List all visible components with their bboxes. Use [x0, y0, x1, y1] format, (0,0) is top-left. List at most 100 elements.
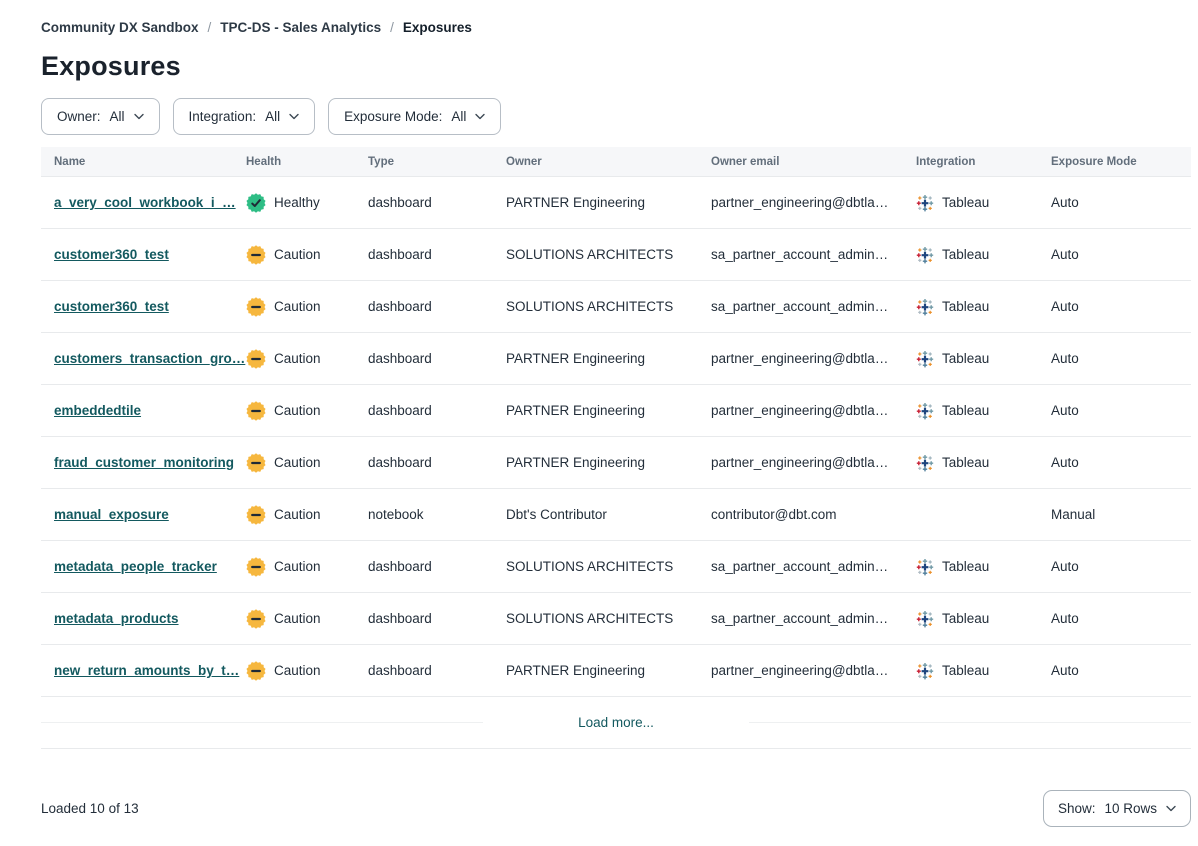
owner-filter-value: All	[110, 109, 125, 124]
health-label: Healthy	[274, 195, 320, 210]
integration-cell: Tableau	[916, 558, 1051, 576]
owner-filter-label: Owner:	[57, 109, 101, 124]
exposure-mode-filter-label: Exposure Mode:	[344, 109, 442, 124]
health-status-icon	[246, 609, 266, 629]
health-label: Caution	[274, 299, 321, 314]
breadcrumb-separator: /	[390, 20, 394, 35]
integration-label: Tableau	[942, 559, 989, 574]
owner-filter-dropdown[interactable]: Owner: All	[41, 98, 160, 135]
health-label: Caution	[274, 507, 321, 522]
integration-cell: Tableau	[916, 298, 1051, 316]
health-cell: Caution	[246, 505, 368, 525]
integration-label: Tableau	[942, 299, 989, 314]
owner-cell: PARTNER Engineering	[506, 663, 711, 678]
pagination-footer: Loaded 10 of 13 Show: 10 Rows	[41, 790, 1191, 827]
column-header-health: Health	[246, 156, 368, 168]
integration-cell: Tableau	[916, 610, 1051, 628]
integration-label: Tableau	[942, 403, 989, 418]
integration-cell: Tableau	[916, 402, 1051, 420]
exposure-mode-filter-dropdown[interactable]: Exposure Mode: All	[328, 98, 501, 135]
column-header-name: Name	[41, 156, 246, 168]
owner-email-cell: partner_engineering@dbtla…	[711, 351, 916, 366]
table-row: a_very_cool_workbook_i_… Healthy dashboa…	[41, 177, 1191, 229]
table-row: metadata_people_tracker Caution dashboar…	[41, 541, 1191, 593]
health-cell: Caution	[246, 401, 368, 421]
exposure-name-link[interactable]: embeddedtile	[54, 403, 141, 418]
owner-cell: SOLUTIONS ARCHITECTS	[506, 247, 711, 262]
tableau-icon	[916, 610, 934, 628]
health-status-icon	[246, 453, 266, 473]
tableau-icon	[916, 454, 934, 472]
type-cell: dashboard	[368, 351, 506, 366]
owner-cell: SOLUTIONS ARCHITECTS	[506, 299, 711, 314]
column-header-owner-email: Owner email	[711, 156, 916, 168]
column-header-owner: Owner	[506, 156, 711, 168]
load-more-link[interactable]: Load more...	[483, 715, 749, 730]
owner-cell: PARTNER Engineering	[506, 403, 711, 418]
show-rows-label: Show:	[1058, 801, 1096, 816]
health-cell: Caution	[246, 453, 368, 473]
owner-cell: PARTNER Engineering	[506, 195, 711, 210]
table-row: customer360_test Caution dashboard SOLUT…	[41, 229, 1191, 281]
integration-label: Tableau	[942, 611, 989, 626]
health-status-icon	[246, 297, 266, 317]
exposure-name-link[interactable]: customers_transaction_gro…	[54, 351, 245, 366]
owner-email-cell: sa_partner_account_admin…	[711, 299, 916, 314]
exposure-name-link[interactable]: fraud_customer_monitoring	[54, 455, 234, 470]
type-cell: dashboard	[368, 247, 506, 262]
tableau-icon	[916, 350, 934, 368]
column-header-integration: Integration	[916, 156, 1051, 168]
health-cell: Caution	[246, 297, 368, 317]
chevron-down-icon	[1166, 805, 1176, 812]
exposure-name-link[interactable]: a_very_cool_workbook_i_…	[54, 195, 236, 210]
owner-cell: SOLUTIONS ARCHITECTS	[506, 611, 711, 626]
exposure-name-link[interactable]: customer360_test	[54, 247, 169, 262]
health-cell: Caution	[246, 661, 368, 681]
exposure-name-link[interactable]: customer360_test	[54, 299, 169, 314]
exposure-mode-cell: Auto	[1051, 195, 1191, 210]
owner-email-cell: partner_engineering@dbtla…	[711, 663, 916, 678]
health-status-icon	[246, 349, 266, 369]
exposure-name-link[interactable]: metadata_people_tracker	[54, 559, 217, 574]
health-cell: Caution	[246, 245, 368, 265]
exposure-mode-cell: Auto	[1051, 559, 1191, 574]
show-rows-value: 10 Rows	[1104, 801, 1157, 816]
exposure-mode-filter-value: All	[451, 109, 466, 124]
divider	[749, 722, 1191, 723]
exposure-name-link[interactable]: metadata_products	[54, 611, 179, 626]
breadcrumb-item-account[interactable]: Community DX Sandbox	[41, 20, 199, 35]
loaded-count-text: Loaded 10 of 13	[41, 801, 139, 816]
integration-cell: Tableau	[916, 350, 1051, 368]
integration-cell: Tableau	[916, 662, 1051, 680]
type-cell: dashboard	[368, 455, 506, 470]
exposure-name-link[interactable]: new_return_amounts_by_t…	[54, 663, 239, 678]
integration-filter-dropdown[interactable]: Integration: All	[173, 98, 316, 135]
type-cell: dashboard	[368, 611, 506, 626]
breadcrumb-separator: /	[208, 20, 212, 35]
breadcrumb: Community DX Sandbox / TPC-DS - Sales An…	[41, 20, 1190, 35]
tableau-icon	[916, 558, 934, 576]
type-cell: notebook	[368, 507, 506, 522]
health-cell: Caution	[246, 557, 368, 577]
exposure-mode-cell: Auto	[1051, 663, 1191, 678]
type-cell: dashboard	[368, 559, 506, 574]
type-cell: dashboard	[368, 403, 506, 418]
health-status-icon	[246, 245, 266, 265]
table-row: metadata_products Caution dashboard SOLU…	[41, 593, 1191, 645]
show-rows-dropdown[interactable]: Show: 10 Rows	[1043, 790, 1191, 827]
filter-bar: Owner: All Integration: All Exposure Mod…	[41, 98, 1190, 135]
integration-label: Tableau	[942, 351, 989, 366]
health-label: Caution	[274, 403, 321, 418]
exposure-mode-cell: Auto	[1051, 247, 1191, 262]
exposure-name-link[interactable]: manual_exposure	[54, 507, 169, 522]
owner-email-cell: partner_engineering@dbtla…	[711, 403, 916, 418]
table-row: embeddedtile Caution dashboard PARTNER E…	[41, 385, 1191, 437]
health-cell: Caution	[246, 609, 368, 629]
table-header-row: Name Health Type Owner Owner email Integ…	[41, 147, 1191, 177]
health-status-icon	[246, 193, 266, 213]
health-cell: Healthy	[246, 193, 368, 213]
integration-filter-label: Integration:	[189, 109, 257, 124]
owner-cell: PARTNER Engineering	[506, 351, 711, 366]
breadcrumb-item-exposures: Exposures	[403, 20, 472, 35]
breadcrumb-item-project[interactable]: TPC-DS - Sales Analytics	[220, 20, 381, 35]
